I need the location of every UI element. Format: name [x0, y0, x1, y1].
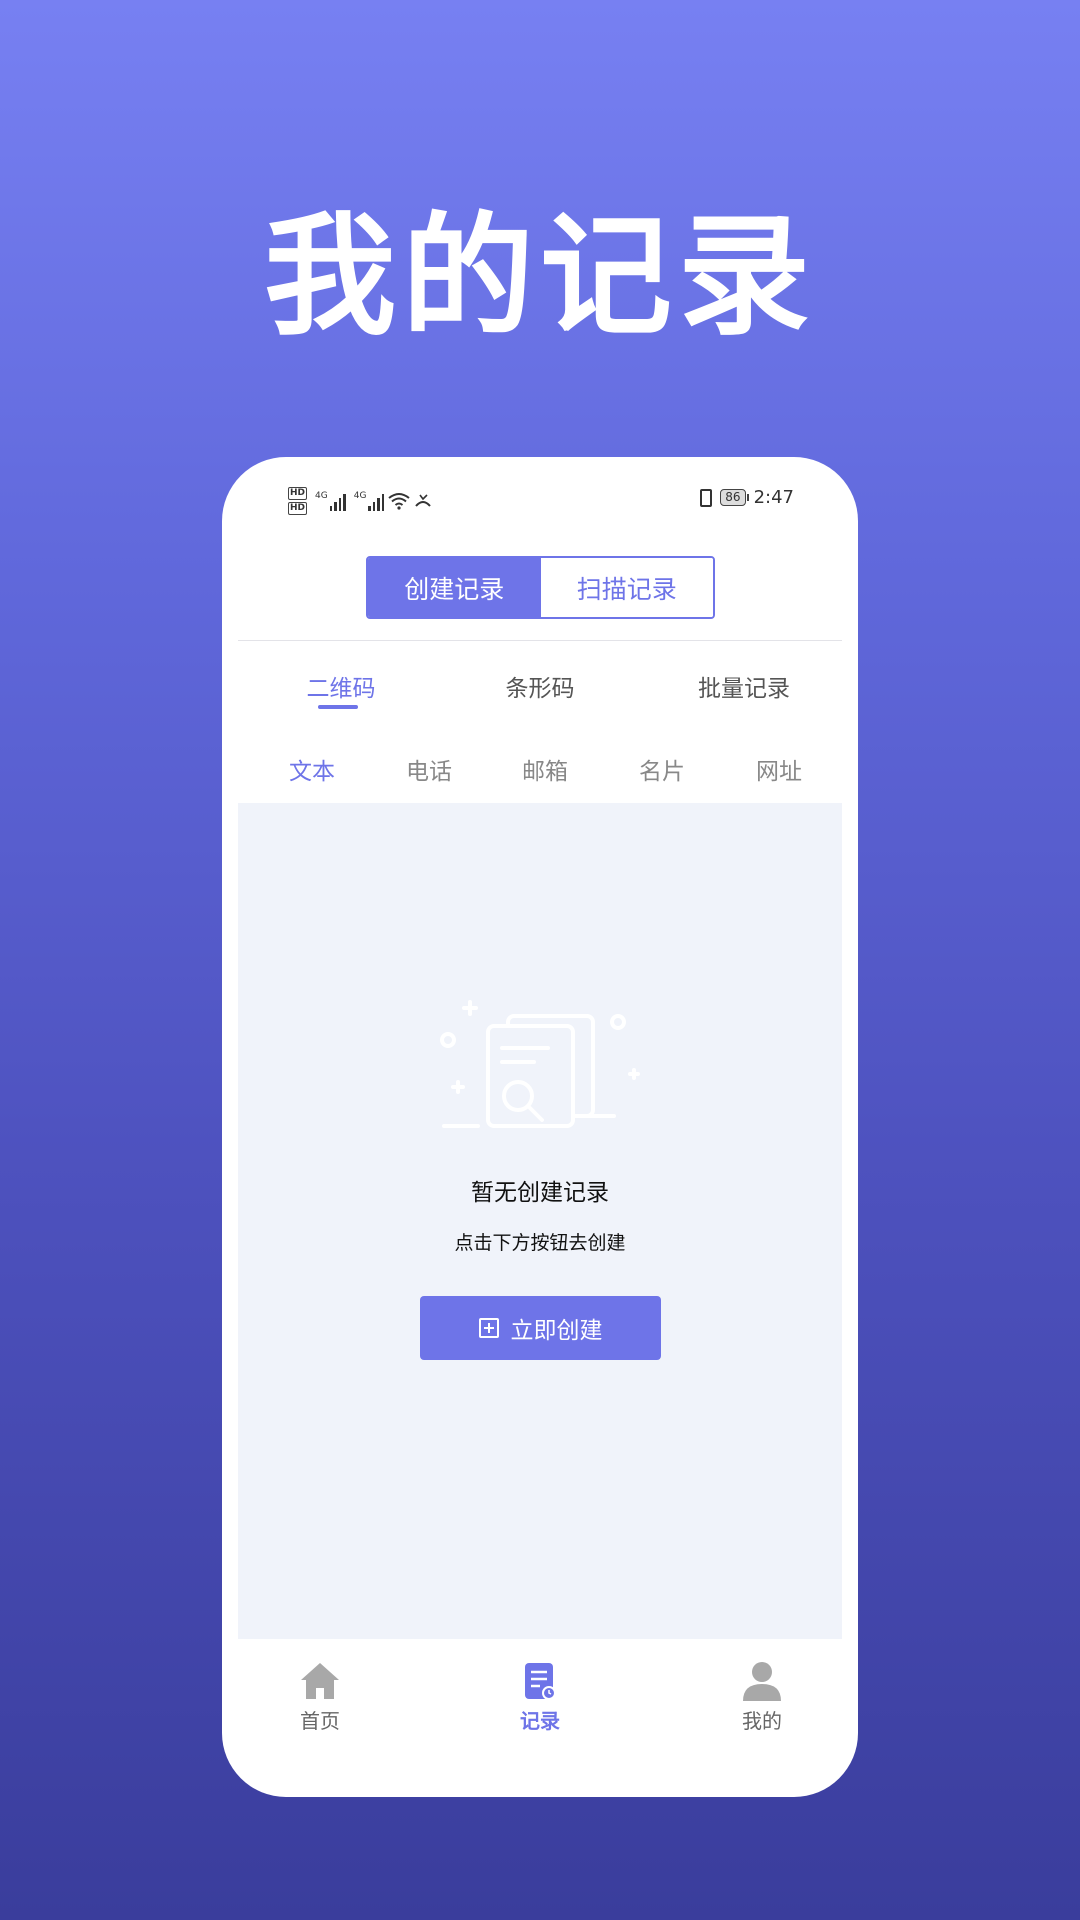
missed-call-icon [415, 494, 432, 507]
tab-batch-records[interactable]: 批量记录 [684, 669, 804, 703]
tab-indicator [318, 705, 358, 709]
status-time: 2:47 [753, 487, 794, 508]
status-left: HD HD 4G 4G [288, 487, 432, 515]
tab-qrcode[interactable]: 二维码 [296, 669, 386, 703]
records-panel: 暂无创建记录 点击下方按钮去创建 立即创建 [238, 803, 842, 1639]
nav-home-label: 首页 [300, 1709, 340, 1733]
subtab-text[interactable]: 文本 [272, 752, 352, 786]
records-icon [525, 1663, 556, 1700]
create-now-button[interactable]: 立即创建 [420, 1296, 661, 1360]
status-bar: HD HD 4G 4G 86 2:47 [222, 481, 858, 521]
bottom-nav: 首页 记录 我的 [222, 1657, 858, 1767]
subtab-phone[interactable]: 电话 [389, 752, 469, 786]
plus-square-icon [478, 1318, 499, 1338]
subtab-business-card[interactable]: 名片 [622, 752, 702, 786]
divider [238, 640, 842, 641]
nav-profile-label: 我的 [742, 1709, 782, 1733]
status-right: 86 2:47 [700, 487, 794, 508]
nav-profile[interactable]: 我的 [702, 1657, 822, 1734]
page-headline: 我的记录 [264, 200, 816, 354]
home-icon [301, 1663, 339, 1699]
profile-icon [743, 1662, 781, 1701]
segment-create-records[interactable]: 创建记录 [368, 558, 541, 617]
record-type-segment: 创建记录 扫描记录 [366, 556, 715, 619]
signal-icon: 4G [315, 491, 346, 511]
create-now-label: 立即创建 [510, 1318, 603, 1344]
segment-scan-records[interactable]: 扫描记录 [540, 558, 713, 617]
empty-state-title: 暂无创建记录 [471, 1180, 609, 1206]
wifi-icon [388, 493, 411, 510]
tab-barcode[interactable]: 条形码 [490, 669, 590, 703]
nav-home[interactable]: 首页 [260, 1657, 380, 1734]
subtab-email[interactable]: 邮箱 [505, 752, 585, 786]
nav-records[interactable]: 记录 [480, 1657, 600, 1734]
empty-state-subtitle: 点击下方按钮去创建 [454, 1232, 626, 1254]
phone-frame: HD HD 4G 4G 86 2:47 创建记录 扫描记录 二维码 条形码 批量… [222, 457, 858, 1797]
signal-icon-2: 4G [354, 491, 385, 511]
nav-records-label: 记录 [520, 1709, 560, 1733]
subtab-url[interactable]: 网址 [739, 752, 819, 786]
battery-icon: 86 [720, 489, 749, 506]
hd-icon: HD HD [288, 487, 308, 515]
vibrate-icon [700, 488, 713, 507]
empty-records-icon [440, 1000, 640, 1128]
